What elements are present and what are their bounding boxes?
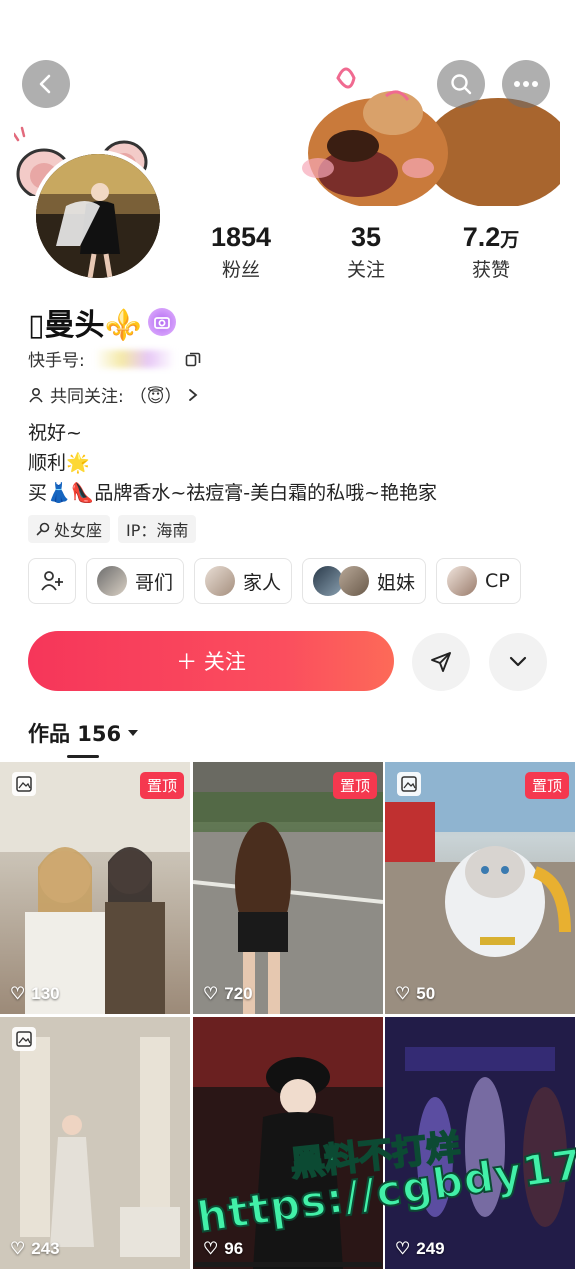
group-avatar [339, 566, 370, 596]
tile-likes-count: 249 [416, 1239, 445, 1258]
stat-fans[interactable]: 1854 粉丝 [186, 222, 296, 282]
tile-likes-count: 243 [31, 1239, 60, 1258]
tile-likes-count: 96 [224, 1239, 244, 1258]
pinned-badge: 置顶 [139, 772, 184, 799]
group-avatar [97, 566, 127, 596]
pinned-badge: 置顶 [524, 772, 569, 799]
group-family[interactable]: 家人 [194, 558, 293, 604]
video-tile[interactable]: 置顶 ♡ 720 [193, 762, 383, 1014]
follow-button-label: ＋ 关注 [176, 650, 246, 674]
camera-badge-icon[interactable] [147, 308, 176, 336]
heart-icon: ♡ [203, 984, 219, 1003]
heart-icon: ♡ [395, 984, 411, 1003]
tile-likes: ♡ 243 [10, 1239, 60, 1259]
stat-following-label: 关注 [346, 259, 385, 281]
tile-thumbnail [385, 762, 575, 1014]
group-avatar [447, 566, 478, 596]
profile-bio: 祝好~ 顺利🌟 买👗👠品牌香水~祛痘膏-美白霜的私哦~艳艳家 [28, 418, 437, 508]
heart-icon: ♡ [10, 1239, 26, 1258]
bio-line: 顺利🌟 [28, 452, 90, 474]
tag-ip: IP：海南 [118, 515, 197, 543]
stat-fans-label: 粉丝 [221, 259, 260, 281]
video-tile[interactable]: 置顶 ♡ 130 [0, 762, 190, 1014]
tag-zodiac-label: 处女座 [54, 521, 103, 540]
heart-icon: ♡ [395, 1239, 411, 1258]
stat-likes-value: 7.2 [462, 222, 501, 252]
bio-line: 买👗👠品牌香水~祛痘膏-美白霜的私哦~艳艳家 [28, 482, 438, 504]
send-message-button[interactable] [412, 633, 470, 691]
stat-likes[interactable]: 7.2万 获赞 [436, 222, 546, 282]
tile-thumbnail [0, 762, 190, 1014]
mutual-follow-value: （😇） [129, 387, 182, 407]
mutual-follow-row[interactable]: 共同关注: （😇） [28, 382, 199, 407]
tile-likes: ♡ 96 [203, 1239, 243, 1259]
tile-likes: ♡ 249 [395, 1239, 445, 1259]
stat-following-value: 35 [350, 222, 382, 252]
image-post-icon [12, 772, 36, 796]
tag-zodiac: 处女座 [28, 515, 111, 543]
send-icon [431, 652, 451, 672]
follow-button[interactable]: ＋ 关注 [28, 631, 394, 691]
bio-line: 祝好~ [28, 422, 82, 444]
tile-thumbnail [193, 762, 383, 1014]
image-post-icon [397, 772, 421, 796]
tile-likes-count: 130 [31, 984, 60, 1003]
stat-fans-value: 1854 [210, 222, 272, 252]
user-icon [29, 387, 43, 402]
group-family-label: 家人 [243, 571, 282, 594]
copy-icon[interactable] [185, 351, 201, 367]
search-icon [451, 74, 472, 95]
kuaishou-id-label: 快手号: [28, 351, 85, 371]
tile-likes: ♡ 720 [203, 984, 253, 1004]
caret-down-icon [128, 730, 139, 736]
stat-following[interactable]: 35 关注 [311, 222, 421, 282]
group-sisters-label: 姐妹 [377, 571, 416, 594]
pinned-badge: 置顶 [332, 772, 377, 799]
tile-likes: ♡ 130 [10, 984, 60, 1004]
chevron-left-icon [39, 74, 51, 94]
tile-likes: ♡ 50 [395, 984, 435, 1004]
group-sisters[interactable]: 姐妹 [302, 558, 427, 604]
avatar[interactable] [14, 126, 174, 286]
profile-name: ▯曼头⚜️ [28, 308, 142, 343]
heart-icon: ♡ [10, 984, 26, 1003]
kuaishou-id-value-blurred [94, 349, 175, 368]
add-friend-group-button[interactable] [28, 558, 76, 604]
works-tab-indicator [67, 755, 99, 758]
chevron-right-icon [189, 388, 198, 401]
group-avatar [205, 566, 236, 596]
chevron-down-icon [509, 656, 527, 667]
tile-likes-count: 720 [224, 984, 253, 1003]
more-actions-dropdown[interactable] [489, 633, 547, 691]
tag-ip-label: IP：海南 [126, 521, 189, 540]
tile-likes-count: 50 [416, 984, 436, 1003]
search-button[interactable] [437, 60, 485, 108]
group-cp[interactable]: CP [436, 558, 521, 604]
profile-name-row: ▯曼头⚜️ [28, 300, 176, 344]
stat-likes-unit: 万 [500, 230, 520, 251]
video-tile[interactable]: 置顶 ♡ 50 [385, 762, 575, 1014]
works-tab[interactable]: 作品 156 [28, 718, 139, 748]
add-user-icon [41, 571, 63, 591]
works-tab-label: 作品 156 [28, 722, 122, 746]
back-button[interactable] [22, 60, 70, 108]
tile-thumbnail [0, 1017, 190, 1269]
video-tile[interactable]: ♡ 243 [0, 1017, 190, 1269]
image-post-icon [12, 1027, 36, 1051]
group-brothers-label: 哥们 [135, 571, 174, 594]
search-pin-icon [36, 522, 50, 536]
relationship-groups: 哥们 家人 姐妹 CP [28, 558, 521, 604]
profile-tags: 处女座 IP：海南 [28, 515, 197, 543]
avatar-photo [32, 150, 164, 282]
kuaishou-id-row: 快手号: [28, 346, 201, 371]
stat-likes-label: 获赞 [471, 259, 510, 281]
heart-icon: ♡ [203, 1239, 219, 1258]
group-cp-label: CP [485, 570, 510, 592]
home-indicator[interactable] [194, 1262, 382, 1267]
more-dots-icon [514, 81, 538, 87]
group-brothers[interactable]: 哥们 [86, 558, 185, 604]
mutual-follow-label: 共同关注: [50, 387, 124, 407]
more-button[interactable] [502, 60, 550, 108]
